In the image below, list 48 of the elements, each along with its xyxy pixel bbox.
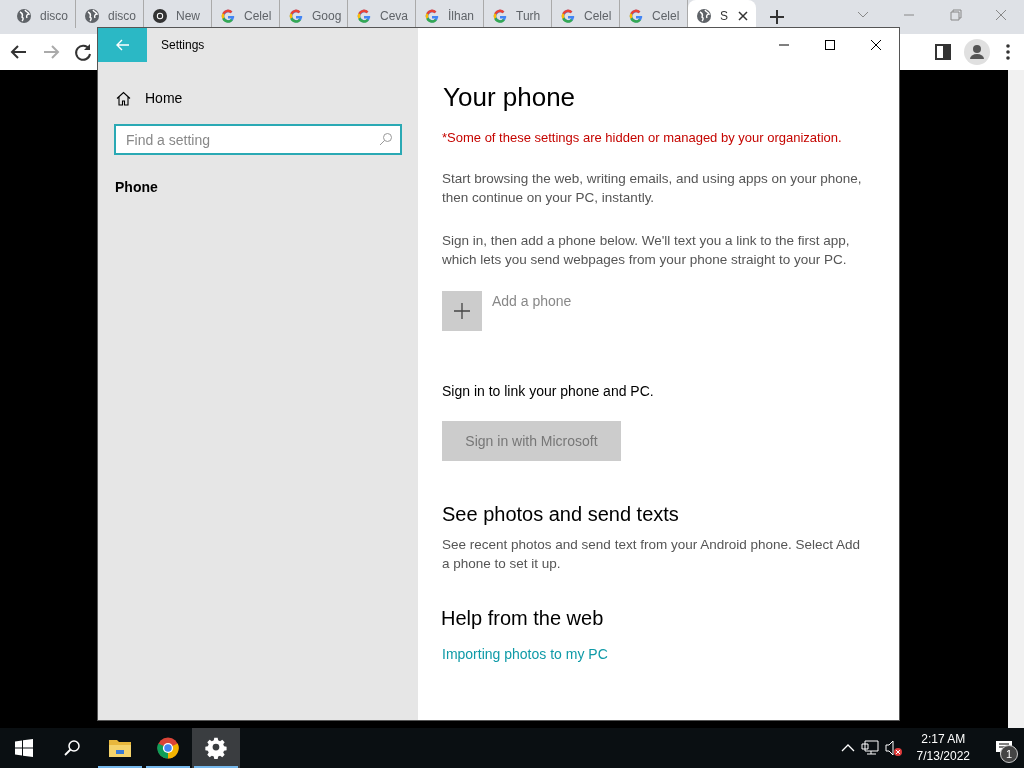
gear-icon: [205, 737, 227, 759]
muted-speaker-icon[interactable]: [884, 740, 903, 756]
search-icon: [379, 132, 393, 146]
nav-item[interactable]: Phone: [115, 175, 158, 199]
google-icon: [220, 8, 236, 24]
add-phone-button[interactable]: [442, 291, 482, 331]
browser-tab[interactable]: disco: [8, 0, 76, 28]
back-arrow-icon: [115, 39, 130, 51]
chrome-icon: [152, 8, 168, 24]
google-icon: [288, 8, 304, 24]
globe-icon: [16, 8, 32, 24]
google-icon: [356, 8, 372, 24]
scrollbar[interactable]: [1008, 70, 1024, 728]
close-icon[interactable]: [738, 11, 748, 21]
chrome-icon: [156, 736, 180, 760]
network-icon[interactable]: [860, 740, 879, 756]
home-nav-item[interactable]: Home: [116, 86, 183, 110]
clock-date[interactable]: 7/13/2022: [916, 748, 970, 765]
google-icon: [424, 8, 440, 24]
home-icon: [116, 90, 131, 106]
chevron-up-icon[interactable]: [840, 743, 855, 753]
page-title: Your phone: [443, 82, 577, 113]
google-icon: [492, 8, 508, 24]
section-heading: See photos and send texts: [442, 503, 680, 526]
add-phone-label[interactable]: Add a phone: [492, 293, 572, 309]
google-icon: [628, 8, 644, 24]
help-link[interactable]: Importing photos to my PC: [442, 646, 608, 662]
google-icon: [560, 8, 576, 24]
clock-time[interactable]: 2:17 AM: [921, 731, 966, 748]
section-text: See recent photos and send text from your Android phone. Select Add a phone to set it up.: [442, 536, 862, 573]
plus-icon: [453, 302, 471, 320]
notice-text: *Some of these settings are hidden or managed by your organization.: [442, 130, 843, 145]
side-panel-icon[interactable]: [932, 41, 954, 63]
browser-tab[interactable]: S: [688, 0, 756, 28]
section-heading: Help from the web: [441, 607, 605, 630]
search-field[interactable]: Find a setting: [114, 124, 402, 155]
sign-in-text: Sign in to link your phone and PC.: [442, 383, 655, 399]
search-icon[interactable]: [63, 739, 81, 757]
profile-icon[interactable]: [964, 39, 990, 65]
taskbar-app[interactable]: [192, 728, 240, 768]
windows-icon[interactable]: [15, 739, 33, 757]
window-title: Settings: [161, 38, 205, 52]
folder-icon: [108, 738, 132, 758]
globe-icon: [84, 8, 100, 24]
description-text: Start browsing the web, writing emails, and using apps on your phone, then continue on your PC, instantly.: [442, 170, 863, 207]
description-text: Sign in, then add a phone below. We'll text you a link to the first app, which lets you send webpages from your phone straight to your PC.: [442, 232, 851, 269]
globe-icon: [696, 8, 712, 24]
notification-badge: 1: [1000, 745, 1018, 763]
